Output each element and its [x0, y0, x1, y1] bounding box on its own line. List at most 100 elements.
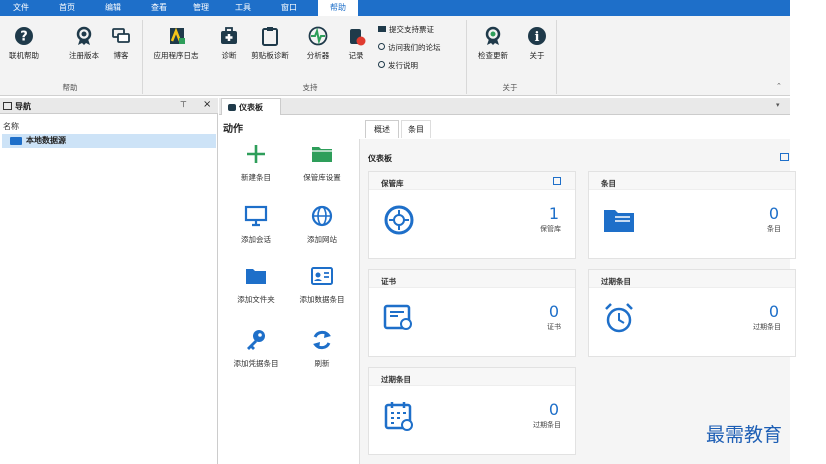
menu-home[interactable]: 首页 — [52, 0, 82, 16]
menu-edit[interactable]: 编辑 — [98, 0, 128, 16]
forum-label: 访问我们的论坛 — [388, 43, 441, 52]
nav-header: 导航 ⊤ × — [0, 98, 218, 114]
add-folder-action[interactable]: 添加文件夹 — [225, 264, 287, 305]
log-icon — [170, 27, 185, 44]
calendar-icon — [384, 402, 413, 431]
card-vault-title: 保管库 — [381, 179, 404, 188]
about-label: 关于 — [529, 51, 545, 60]
clipboard-icon — [262, 27, 278, 46]
nav-column-header: 名称 — [3, 122, 19, 131]
card-expired-title: 过期条目 — [601, 277, 631, 286]
about-button[interactable]: i — [524, 26, 550, 46]
globe-icon — [311, 205, 333, 227]
card-certificates[interactable]: 证书 0 证书 — [368, 269, 576, 357]
about-group-label: 关于 — [502, 83, 518, 92]
forum-link[interactable]: 访问我们的论坛 — [378, 42, 441, 53]
submit-ticket-label: 提交支持票证 — [389, 25, 434, 34]
badge-icon — [76, 26, 92, 45]
clipboard-diag-button[interactable] — [257, 26, 283, 46]
certificate-icon — [383, 304, 412, 330]
ribbon-collapse-icon[interactable]: ⌃ — [776, 82, 782, 90]
add-credential-action[interactable]: 添加凭据条目 — [225, 328, 287, 369]
vault-settings-action[interactable]: 保管库设置 — [291, 142, 353, 183]
card-header — [589, 172, 795, 190]
alarm-clock-icon — [605, 303, 633, 333]
release-notes-label: 发行说明 — [388, 61, 418, 70]
menu-file[interactable]: 文件 — [6, 0, 36, 16]
card-expiring-count: 0 — [548, 400, 559, 419]
tab-dashboard[interactable]: 仪表板 — [221, 98, 281, 115]
card-vault[interactable]: 保管库 1 保管库 — [368, 171, 576, 259]
tab-dashboard-label: 仪表板 — [239, 103, 263, 112]
card-expiring-entries[interactable]: 过期条目 0 过期条目 — [368, 367, 576, 455]
open-external-icon[interactable] — [553, 177, 561, 185]
card-expired-entries[interactable]: 过期条目 0 过期条目 — [588, 269, 796, 357]
card-certificates-count: 0 — [548, 302, 559, 321]
refresh-action[interactable]: 刷新 — [291, 328, 353, 369]
group-separator — [142, 20, 143, 94]
check-updates-button[interactable] — [480, 26, 506, 46]
folder-list-icon — [604, 210, 634, 232]
card-vault-count: 1 — [548, 204, 559, 223]
record-label: 记录 — [348, 51, 364, 60]
blog-button[interactable] — [106, 26, 136, 46]
menu-view[interactable]: 查看 — [144, 0, 174, 16]
record-button[interactable] — [344, 26, 368, 46]
navigation-panel: 导航 ⊤ × 名称 本地数据源 — [0, 98, 218, 464]
card-certificates-sub: 证书 — [547, 323, 561, 331]
menu-tools[interactable]: 工具 — [228, 0, 258, 16]
add-data-entry-label: 添加数据条目 — [299, 295, 345, 304]
folder-icon — [246, 269, 266, 284]
add-session-label: 添加会话 — [241, 235, 271, 244]
card-vault-sub: 保管库 — [540, 225, 561, 233]
card-certificates-title: 证书 — [381, 277, 396, 286]
close-icon[interactable]: × — [203, 99, 211, 110]
menu-help[interactable]: 帮助 — [318, 0, 358, 16]
pin-icon[interactable]: ⊤ — [180, 100, 187, 109]
tab-dropdown-icon[interactable]: ▾ — [776, 101, 780, 109]
tree-item-local-datasource[interactable]: 本地数据源 — [2, 134, 216, 148]
menu-manage[interactable]: 管理 — [186, 0, 216, 16]
support-group-label: 支持 — [302, 83, 318, 92]
menu-window[interactable]: 窗口 — [274, 0, 304, 16]
app-log-label: 应用程序日志 — [153, 51, 199, 60]
question-icon: ? — [15, 27, 33, 45]
dashboard-settings-icon[interactable] — [780, 153, 789, 161]
add-data-entry-action[interactable]: 添加数据条目 — [291, 264, 353, 305]
watermark-text: 最需教育 — [706, 424, 783, 446]
new-entry-action[interactable]: 新建条目 — [225, 142, 287, 183]
tree-item-label: 本地数据源 — [26, 136, 66, 145]
online-help-button[interactable]: ? — [6, 26, 42, 46]
add-session-action[interactable]: 添加会话 — [225, 204, 287, 245]
document-tab-bar: 仪表板 ▾ — [219, 98, 790, 115]
mail-icon — [378, 26, 386, 32]
refresh-label: 刷新 — [314, 359, 330, 368]
card-expiring-sub: 过期条目 — [533, 421, 561, 429]
card-entries[interactable]: 条目 0 条目 — [588, 171, 796, 259]
update-badge-icon — [485, 26, 501, 45]
card-entries-count: 0 — [768, 204, 779, 223]
subtab-entries[interactable]: 条目 — [401, 120, 431, 138]
refresh-icon — [313, 330, 331, 350]
add-website-action[interactable]: 添加网站 — [291, 204, 353, 245]
pulse-icon — [308, 26, 328, 46]
release-notes-link[interactable]: 发行说明 — [378, 60, 418, 71]
svg-text:?: ? — [20, 30, 28, 45]
card-expiring-title: 过期条目 — [381, 375, 411, 384]
add-folder-label: 添加文件夹 — [237, 295, 275, 304]
medkit-icon — [221, 27, 237, 44]
folder-icon — [10, 137, 22, 145]
submit-ticket-link[interactable]: 提交支持票证 — [378, 24, 434, 35]
register-button[interactable] — [66, 26, 102, 46]
subtab-overview[interactable]: 概述 — [365, 120, 399, 138]
diagnostics-button[interactable] — [216, 26, 242, 46]
analyzer-button[interactable] — [305, 26, 331, 46]
chat-icon — [112, 28, 130, 43]
app-log-button[interactable] — [162, 26, 192, 46]
menu-bar: 文件 首页 编辑 查看 管理 工具 窗口 帮助 — [0, 0, 790, 16]
key-icon — [247, 330, 265, 350]
actions-title: 动作 — [223, 124, 243, 135]
document-area: 仪表板 ▾ 动作 新建条目 保管库设置 添加会话 添加网站 添加文件夹 添加数据… — [219, 98, 796, 464]
folder-settings-icon — [312, 147, 332, 162]
dashboard-title: 仪表板 — [368, 154, 392, 163]
